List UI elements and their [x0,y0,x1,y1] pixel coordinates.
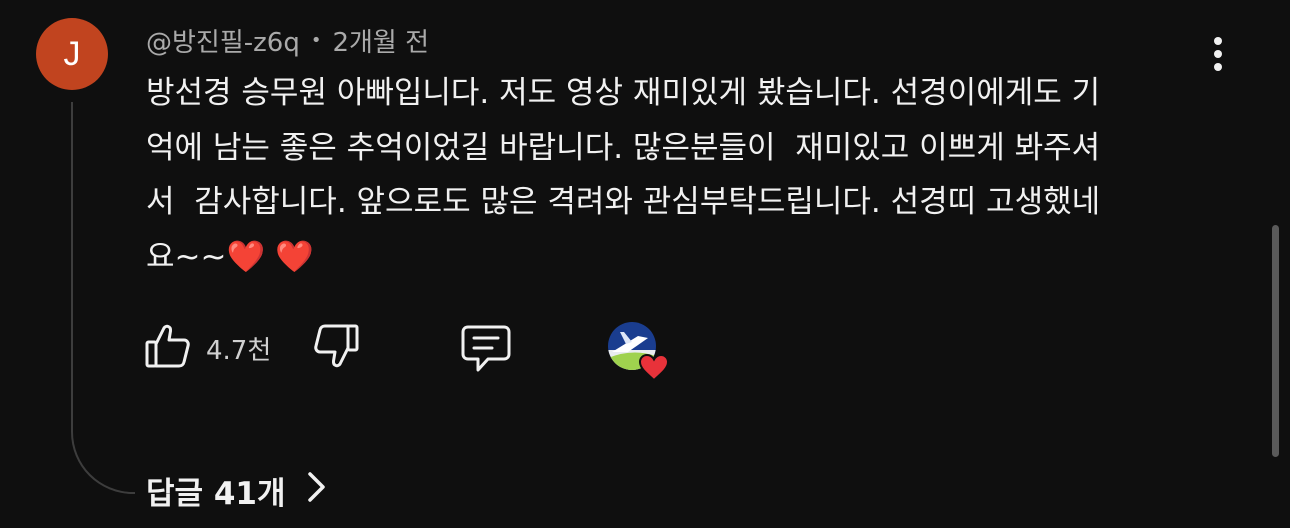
creator-heart-badge [608,322,672,382]
author-handle[interactable]: @방진필-z6q [146,22,300,59]
more-dot-icon [1214,63,1222,71]
comment-line: 방선경 승무원 아빠입니다. 저도 영상 재미있게 봤습니다. 선경이에게도 기 [146,75,1101,111]
avatar-letter: J [63,34,81,73]
avatar[interactable]: J [36,18,108,90]
more-dot-icon [1214,37,1222,45]
replies-label: 답글 41개 [146,476,286,512]
creator-heart-icon [638,353,670,382]
comment-meta: @방진필-z6q • 2개월 전 [146,22,429,59]
heart-emoji: ❤️ [274,238,314,275]
chevron-right-icon [286,470,328,512]
thumbs-down-icon [312,322,360,374]
comment-time: 2개월 전 [332,28,430,58]
comment-line: 서 감사합니다. 앞으로도 많은 격려와 관심부탁드립니다. 선경띠 고생했네 [146,184,1101,220]
dislike-button[interactable] [312,322,360,374]
meta-separator: • [310,30,322,51]
thread-connector-line [71,102,135,494]
comment-icon [460,324,512,378]
like-count: 4.7천 [206,335,272,366]
comment-text: 방선경 승무원 아빠입니다. 저도 영상 재미있게 봤습니다. 선경이에게도 기… [146,66,1196,284]
more-dot-icon [1214,50,1222,58]
comment-line-last: 요~~❤️ ❤️ [146,230,1196,285]
more-options-button[interactable] [1200,30,1236,78]
reply-button[interactable] [460,324,512,378]
like-button[interactable]: 4.7천 [144,322,271,374]
comment-line: 억에 남는 좋은 추억이었길 바랍니다. 많은분들이 재미있고 이쁘게 봐주셔 [146,129,1101,166]
scrollbar[interactable] [1272,225,1279,457]
comment-line-text: 요~~ [146,238,227,275]
thumbs-up-icon [144,322,192,374]
heart-emoji: ❤️ [226,238,266,275]
replies-link[interactable]: 답글 41개 [146,468,328,513]
